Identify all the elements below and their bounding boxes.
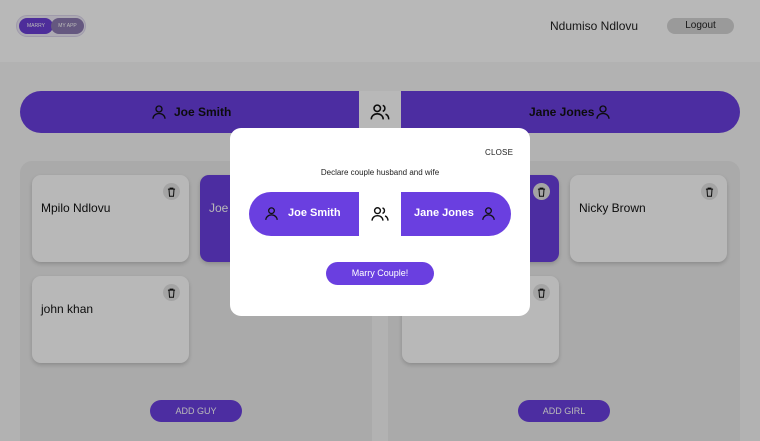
person-icon	[482, 207, 495, 220]
marry-couple-button[interactable]: Marry Couple!	[326, 262, 434, 285]
modal-bride-name: Jane Jones	[414, 207, 474, 219]
modal-title: Declare couple husband and wife	[320, 168, 440, 177]
marry-modal: CLOSE Declare couple husband and wife Jo…	[230, 128, 530, 316]
modal-groom-pill: Joe Smith	[249, 192, 359, 236]
modal-groom-name: Joe Smith	[288, 207, 341, 219]
modal-bride-pill: Jane Jones	[401, 192, 511, 236]
person-icon	[265, 207, 278, 220]
close-button[interactable]: CLOSE	[485, 148, 513, 157]
couple-icon	[371, 207, 389, 221]
modal-couple-separator	[359, 192, 401, 236]
